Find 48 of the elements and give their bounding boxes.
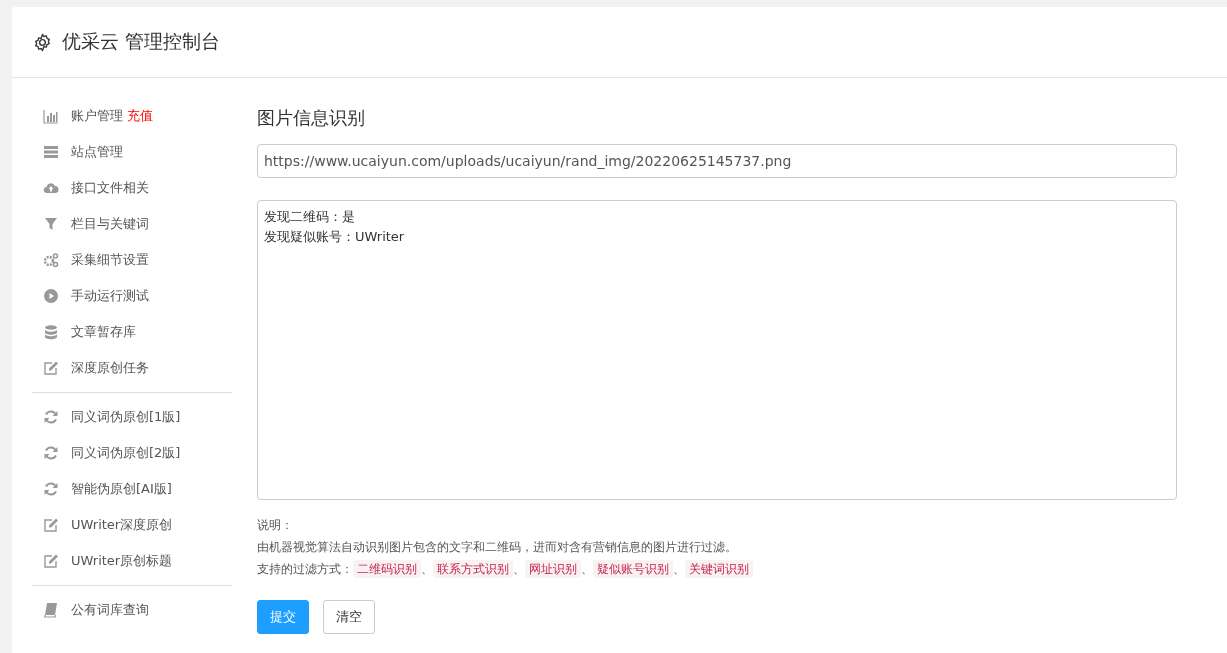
edit-icon [43, 553, 59, 569]
sidebar-item[interactable]: 手动运行测试 [71, 287, 149, 305]
refresh-icon [43, 481, 59, 497]
section-title: 图片信息识别 [257, 106, 366, 130]
refresh-icon [43, 409, 59, 425]
method-tag: 联系方式识别 [433, 560, 513, 578]
server-icon [43, 144, 59, 160]
play-icon [43, 288, 59, 304]
sidebar-item[interactable]: 栏目与关键词 [71, 215, 149, 233]
recharge-link[interactable]: 充值 [127, 107, 153, 125]
sidebar-item[interactable]: 深度原创任务 [71, 359, 149, 377]
notes-description: 由机器视觉算法自动识别图片包含的文字和二维码，进而对含有营销信息的图片进行过滤。 [257, 539, 738, 556]
sidebar-item[interactable]: 站点管理 [71, 143, 123, 161]
settings-icon [33, 32, 52, 52]
url-input-field[interactable]: https://www.ucaiyun.com/uploads/ucaiyun/rand_img/20220625145737.png [257, 144, 1177, 178]
result-line: 发现疑似账号：UWriter [264, 228, 406, 246]
edit-icon [43, 360, 59, 376]
sidebar-item[interactable]: 同义词伪原创[1版] [71, 408, 181, 426]
bar-chart-icon [43, 108, 59, 124]
separator-mark: 、 [513, 561, 525, 578]
sidebar-item[interactable]: 采集细节设置 [71, 251, 149, 269]
sidebar-item[interactable]: UWriter原创标题 [71, 552, 173, 570]
separator-mark: 、 [421, 561, 433, 578]
separator-mark: 、 [581, 561, 593, 578]
result-text-area[interactable]: 发现二维码：是 发现疑似账号：UWriter [257, 200, 1177, 500]
sidebar-item[interactable]: 文章暂存库 [71, 323, 136, 341]
result-line: 发现二维码：是 [264, 208, 356, 226]
book-icon [43, 602, 59, 618]
notes-heading: 说明： [257, 517, 294, 534]
sidebar-item[interactable]: 智能伪原创[AI版] [71, 480, 172, 498]
sidebar-item[interactable]: 账户管理 [71, 107, 123, 125]
filter-icon [43, 216, 59, 232]
methods-label: 支持的过滤方式： [257, 561, 353, 578]
method-tag: 网址识别 [525, 560, 581, 578]
sidebar-item[interactable]: 接口文件相关 [71, 179, 149, 197]
sidebar-item[interactable]: 同义词伪原创[2版] [71, 444, 181, 462]
separator-mark: 、 [673, 561, 685, 578]
method-tag: 二维码识别 [353, 560, 421, 578]
edit-icon [43, 517, 59, 533]
method-tag: 关键词识别 [685, 560, 753, 578]
clear-button[interactable]: 清空 [323, 600, 375, 634]
console-title: 优采云 管理控制台 [62, 29, 221, 54]
database-icon [43, 324, 59, 340]
refresh-icon [43, 445, 59, 461]
sidebar-item[interactable]: 公有词库查询 [71, 601, 149, 619]
cloud-upload-icon [43, 180, 59, 196]
sidebar-item[interactable]: UWriter深度原创 [71, 516, 173, 534]
method-tag: 疑似账号识别 [593, 560, 673, 578]
